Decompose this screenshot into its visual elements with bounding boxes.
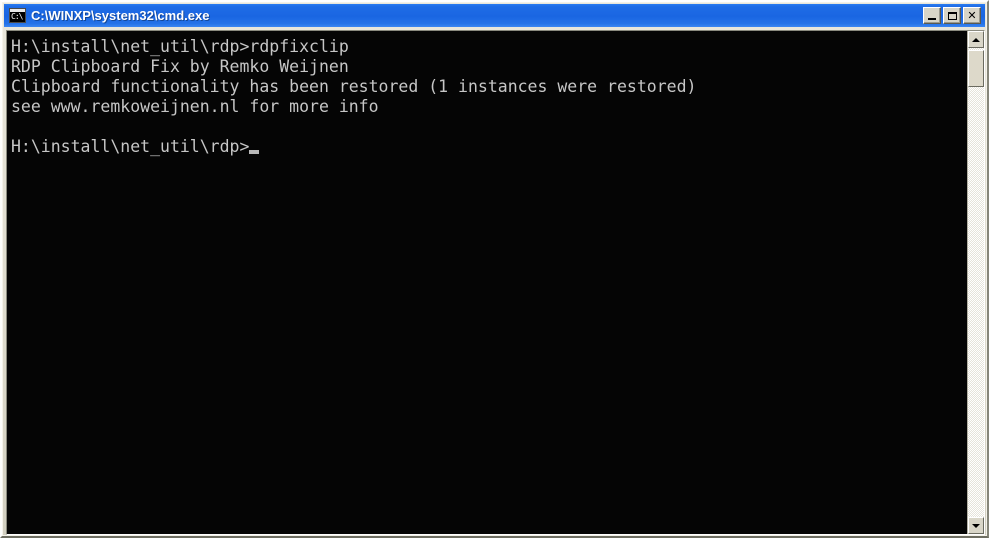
window-inner-frame: C:\ C:\WINXP\system32\cmd.exe ✕ H:\insta… [2, 2, 987, 536]
console-prompt-line: H:\install\net_util\rdp> [11, 137, 968, 157]
cmd-window: C:\ C:\WINXP\system32\cmd.exe ✕ H:\insta… [0, 0, 989, 538]
console-line: H:\install\net_util\rdp>rdpfixclip [11, 37, 349, 56]
cmd-console-icon: C:\ [9, 8, 26, 23]
close-button[interactable]: ✕ [963, 7, 981, 24]
scroll-up-button[interactable] [968, 31, 984, 48]
console-line: see www.remkoweijnen.nl for more info [11, 97, 379, 116]
console-line: RDP Clipboard Fix by Remko Weijnen [11, 57, 349, 76]
console-line: Clipboard functionality has been restore… [11, 77, 697, 96]
window-title: C:\WINXP\system32\cmd.exe [31, 8, 210, 23]
console-cursor [249, 150, 260, 154]
caption-button-group: ✕ [923, 7, 981, 24]
console-client-area: H:\install\net_util\rdp>rdpfixclip RDP C… [6, 30, 985, 535]
chevron-up-icon [972, 37, 980, 42]
console-output[interactable]: H:\install\net_util\rdp>rdpfixclip RDP C… [7, 31, 968, 534]
scrollbar-thumb[interactable] [968, 50, 984, 87]
chevron-down-icon [972, 523, 980, 528]
console-prompt-text: H:\install\net_util\rdp> [11, 137, 250, 156]
cmd-icon-prompt-text: C:\ [11, 12, 23, 21]
maximize-button[interactable] [943, 7, 961, 24]
vertical-scrollbar[interactable] [967, 31, 984, 534]
minimize-button[interactable] [923, 7, 941, 24]
title-bar[interactable]: C:\ C:\WINXP\system32\cmd.exe ✕ [4, 4, 985, 27]
scroll-down-button[interactable] [968, 517, 984, 534]
close-icon: ✕ [967, 9, 977, 22]
minimize-icon [928, 17, 936, 20]
maximize-icon [947, 11, 957, 20]
